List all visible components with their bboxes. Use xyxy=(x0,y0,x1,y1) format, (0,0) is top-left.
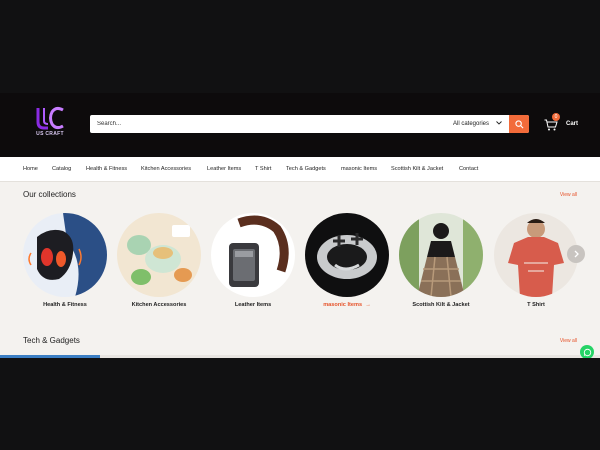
collection-image xyxy=(494,213,578,297)
category-label: All categories xyxy=(453,121,490,127)
collections-view-all-link[interactable]: View all xyxy=(560,192,577,198)
nav-tech-gadgets[interactable]: Tech & Gadgets xyxy=(286,157,326,182)
collections-header: Our collections View all xyxy=(23,190,577,202)
carousel-next-button[interactable] xyxy=(567,245,585,263)
tech-gadgets-title: Tech & Gadgets xyxy=(23,336,80,345)
viewport: US CRAFT All categories xyxy=(0,0,600,450)
collection-label: T Shirt xyxy=(527,302,545,308)
arrow-right-icon: → xyxy=(365,302,371,308)
products-strip xyxy=(0,355,600,358)
chevron-right-icon xyxy=(574,250,579,258)
collection-image xyxy=(23,213,107,297)
collection-image xyxy=(399,213,483,297)
chevron-down-icon xyxy=(495,115,502,133)
cart-icon: 0 xyxy=(544,113,560,131)
nav-t-shirt[interactable]: T Shirt xyxy=(255,157,271,182)
whatsapp-icon xyxy=(583,348,591,356)
nav-masonic-items[interactable]: masonic Items xyxy=(341,157,377,182)
logo[interactable]: US CRAFT xyxy=(30,104,70,144)
tech-gadgets-header: Tech & Gadgets View all xyxy=(23,336,577,348)
nav-health-fitness[interactable]: Health & Fitness xyxy=(86,157,127,182)
main-nav: Home Catalog Health & Fitness Kitchen Ac… xyxy=(0,157,600,182)
whatsapp-button[interactable] xyxy=(580,345,594,358)
collection-image xyxy=(305,213,389,297)
cart-label: Cart xyxy=(566,121,579,127)
nav-scottish-kilt[interactable]: Scottish Kilt & Jacket xyxy=(391,157,443,182)
search-icon xyxy=(514,119,523,128)
collection-label: Scottish Kilt & Jacket xyxy=(412,302,470,308)
collection-label: Kitchen Accessories xyxy=(131,302,187,308)
cart-button[interactable]: 0 Cart xyxy=(544,113,579,131)
collections-title: Our collections xyxy=(23,190,76,199)
nav-home[interactable]: Home xyxy=(23,157,38,182)
collection-label: Health & Fitness xyxy=(43,302,87,308)
collection-label-text: masonic Items xyxy=(323,302,363,308)
collection-label: Leather Items xyxy=(234,302,272,308)
cart-count-badge: 0 xyxy=(552,113,560,121)
product-thumb-edge xyxy=(0,355,100,358)
collection-image xyxy=(117,213,201,297)
nav-contact[interactable]: Contact xyxy=(459,157,478,182)
search-bar: All categories xyxy=(90,115,529,133)
collection-label: masonic Items → xyxy=(295,302,399,308)
nav-kitchen-accessories[interactable]: Kitchen Accessories xyxy=(141,157,191,182)
nav-catalog[interactable]: Catalog xyxy=(52,157,71,182)
site-header: US CRAFT All categories xyxy=(0,93,600,157)
nav-leather-items[interactable]: Leather Items xyxy=(207,157,241,182)
collection-image xyxy=(211,213,295,297)
store-page: US CRAFT All categories xyxy=(0,93,600,358)
tech-gadgets-view-all-link[interactable]: View all xyxy=(560,338,577,344)
search-input[interactable] xyxy=(90,115,440,133)
logo-text: US CRAFT xyxy=(36,131,64,137)
search-button[interactable] xyxy=(509,115,529,133)
category-select[interactable]: All categories xyxy=(453,115,502,133)
logo-icon xyxy=(36,106,64,130)
